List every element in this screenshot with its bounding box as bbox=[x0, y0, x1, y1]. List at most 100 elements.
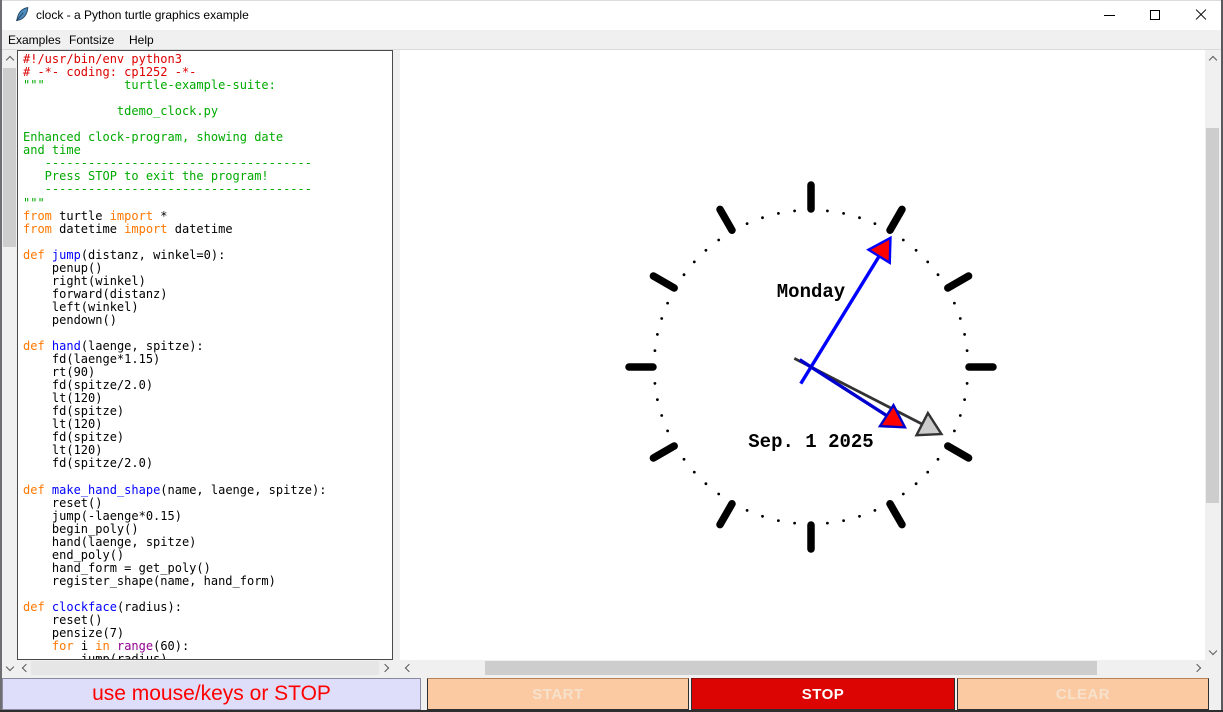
hour-tick bbox=[886, 205, 906, 234]
minute-dot bbox=[777, 519, 780, 522]
app-window: clock - a Python turtle graphics example… bbox=[0, 0, 1223, 712]
minute-dot bbox=[826, 209, 829, 213]
minute-dot bbox=[873, 222, 877, 226]
clear-button[interactable]: CLEAR bbox=[957, 678, 1209, 710]
minute-dot bbox=[717, 238, 721, 242]
stop-button[interactable]: STOP bbox=[691, 678, 955, 710]
scroll-left-arrow-icon[interactable] bbox=[400, 660, 414, 676]
code-hscroll-thumb[interactable] bbox=[31, 661, 379, 675]
maximize-button[interactable] bbox=[1132, 0, 1178, 30]
code-vscroll-thumb[interactable] bbox=[3, 68, 16, 247]
minute-dot bbox=[717, 492, 721, 496]
code-horizontal-scrollbar[interactable] bbox=[17, 660, 393, 676]
minute-dot bbox=[666, 301, 669, 305]
hour-tick bbox=[649, 272, 678, 292]
minute-dot bbox=[653, 382, 657, 385]
minute-hand-arrow bbox=[866, 235, 892, 265]
minute-dot bbox=[901, 492, 905, 496]
hour-hand-arrow bbox=[877, 402, 907, 429]
maximize-icon bbox=[1150, 10, 1160, 20]
source-code-pane[interactable]: #!/usr/bin/env python3 # -*- coding: cp12… bbox=[17, 50, 393, 660]
second-hand-arrow bbox=[914, 410, 944, 437]
minute-dot bbox=[761, 216, 764, 220]
code-line: ------------------------------------- bbox=[23, 182, 312, 197]
minute-dot bbox=[926, 470, 930, 474]
code-line: pendown() bbox=[23, 312, 117, 327]
canvas-vertical-scrollbar[interactable] bbox=[1205, 50, 1220, 660]
minute-dot bbox=[858, 216, 861, 220]
canvas-horizontal-scrollbar[interactable] bbox=[400, 660, 1205, 676]
minute-dot bbox=[682, 273, 686, 277]
minute-dot bbox=[901, 238, 905, 242]
scroll-up-arrow-icon[interactable] bbox=[1205, 50, 1220, 66]
minute-dot bbox=[842, 212, 845, 215]
code-line: register_shape(name, hand_form) bbox=[23, 573, 276, 588]
minute-dot bbox=[682, 457, 686, 461]
menu-fontsize[interactable]: Fontsize bbox=[69, 33, 114, 47]
minute-dot bbox=[653, 349, 657, 352]
code-line: tdemo_clock.py bbox=[23, 104, 219, 119]
date-label: Sep. 1 2025 bbox=[748, 431, 873, 453]
scroll-left-arrow-icon[interactable] bbox=[17, 660, 31, 676]
menu-help[interactable]: Help bbox=[129, 33, 154, 47]
minute-dot bbox=[958, 317, 962, 320]
minute-dot bbox=[914, 248, 918, 252]
close-icon bbox=[1195, 9, 1207, 21]
menu-bar: Examples Fontsize Help bbox=[0, 30, 1223, 50]
hour-tick bbox=[716, 500, 736, 529]
scroll-right-arrow-icon[interactable] bbox=[1191, 660, 1205, 676]
hour-tick bbox=[944, 272, 973, 292]
minute-dot bbox=[745, 222, 749, 226]
turtle-canvas[interactable]: Monday Sep. 1 2025 bbox=[400, 50, 1205, 660]
scroll-down-arrow-icon[interactable] bbox=[2, 660, 17, 676]
minute-dot bbox=[963, 398, 966, 401]
minute-dot bbox=[842, 519, 845, 522]
minute-dot bbox=[704, 482, 708, 486]
close-button[interactable] bbox=[1178, 0, 1223, 30]
minute-dot bbox=[656, 398, 659, 401]
start-button[interactable]: START bbox=[427, 678, 689, 710]
minute-dot bbox=[965, 349, 969, 352]
scroll-down-arrow-icon[interactable] bbox=[1205, 644, 1220, 660]
minute-dot bbox=[873, 509, 877, 512]
minute-dot bbox=[958, 414, 962, 417]
minute-dot bbox=[826, 521, 829, 525]
minute-dot bbox=[656, 333, 659, 336]
minute-dot bbox=[953, 429, 956, 433]
code-line: fd(spitze/2.0) bbox=[23, 456, 154, 471]
minute-dot bbox=[761, 514, 764, 518]
minute-dot bbox=[953, 301, 956, 305]
minute-dot bbox=[660, 414, 664, 417]
window-border-left bbox=[0, 0, 2, 712]
menu-examples[interactable]: Examples bbox=[8, 33, 61, 47]
canvas-vscroll-thumb[interactable] bbox=[1206, 128, 1219, 503]
hour-tick bbox=[649, 442, 678, 462]
source-code-text: #!/usr/bin/env python3 # -*- coding: cp12… bbox=[18, 51, 392, 659]
minute-dot bbox=[965, 382, 969, 385]
minute-dot bbox=[666, 429, 669, 433]
minute-dot bbox=[793, 209, 796, 213]
window-title: clock - a Python turtle graphics example bbox=[36, 8, 249, 22]
scroll-up-arrow-icon[interactable] bbox=[2, 50, 17, 66]
minute-dot bbox=[692, 470, 696, 474]
minimize-button[interactable] bbox=[1086, 0, 1132, 30]
code-line: from datetime import datetime bbox=[23, 221, 233, 236]
minute-dot bbox=[936, 457, 940, 461]
minute-dot bbox=[660, 317, 664, 320]
minute-dot bbox=[777, 212, 780, 215]
minute-dot bbox=[926, 260, 930, 264]
minute-dot bbox=[936, 273, 940, 277]
minute-dot bbox=[793, 521, 796, 525]
hour-tick bbox=[716, 205, 736, 234]
hour-hand bbox=[798, 358, 907, 429]
title-bar: clock - a Python turtle graphics example bbox=[0, 0, 1223, 30]
minute-dot bbox=[704, 248, 708, 252]
scroll-right-arrow-icon[interactable] bbox=[379, 660, 393, 676]
day-label: Monday bbox=[777, 281, 846, 303]
window-border-top bbox=[0, 0, 1223, 1]
clock-drawing: Monday Sep. 1 2025 bbox=[625, 181, 997, 553]
canvas-hscroll-thumb[interactable] bbox=[485, 661, 1097, 675]
minute-dot bbox=[692, 260, 696, 264]
minimize-icon bbox=[1103, 14, 1115, 16]
code-vertical-scrollbar[interactable] bbox=[2, 50, 17, 676]
